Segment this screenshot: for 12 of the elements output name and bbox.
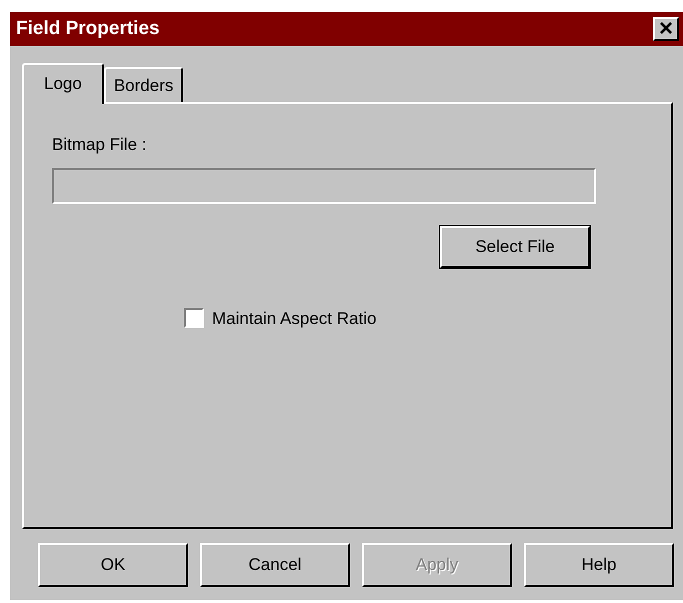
checkbox-label: Maintain Aspect Ratio bbox=[212, 308, 376, 330]
tab[interactable]: Borders bbox=[104, 66, 184, 102]
close-button[interactable]: × bbox=[653, 17, 679, 41]
bitmap-file-field[interactable] bbox=[52, 168, 596, 204]
dialog-button[interactable]: Help bbox=[524, 543, 674, 587]
tab[interactable]: Logo bbox=[22, 62, 104, 104]
dialog-button[interactable]: Cancel bbox=[200, 543, 350, 587]
checkbox[interactable] bbox=[184, 308, 204, 328]
field-label: Bitmap File : bbox=[52, 134, 148, 156]
dialog-button[interactable]: OK bbox=[38, 543, 188, 587]
window-title: Field Properties bbox=[16, 16, 160, 41]
select-file-button[interactable]: Select File bbox=[440, 226, 590, 268]
